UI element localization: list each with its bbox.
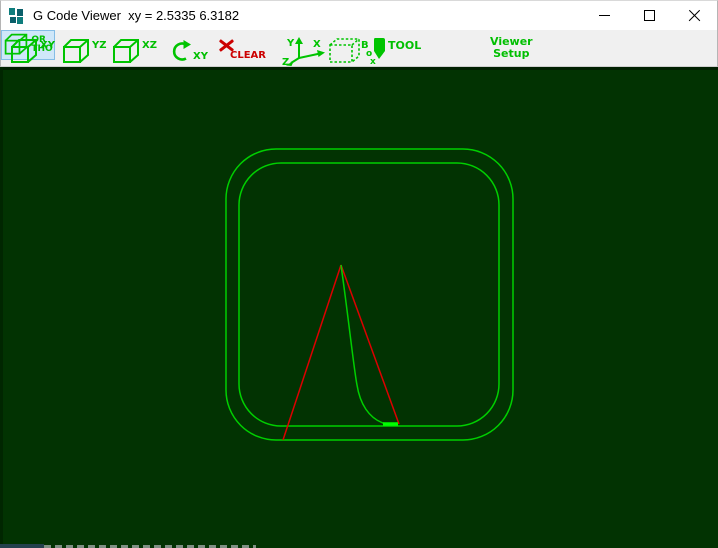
view-yz-label: YZ [92,40,107,51]
maximize-icon [644,10,655,21]
toolpath-plot [225,148,514,441]
minimize-icon [599,15,610,16]
axes-button[interactable]: Y X Z [282,36,328,66]
titlebar[interactable]: G Code Viewer xy = 2.5335 6.3182 [0,0,718,30]
maximize-button[interactable] [627,1,672,30]
cube-yz-icon [63,39,89,63]
axes-y-label: Y [286,38,295,49]
window-title: G Code Viewer xy = 2.5335 6.3182 [33,8,240,23]
rotate-xy-button[interactable]: XY [169,39,208,64]
close-icon [688,9,701,22]
outer-profile-path [225,148,514,441]
rotate-icon [172,40,191,61]
tool-icon [374,38,385,59]
view-xy-button[interactable]: XY [9,39,55,65]
rapid-move-right [340,264,400,425]
tool-button[interactable]: TOOL [373,38,421,60]
inner-profile-path [238,162,500,427]
cube-xy-icon [11,39,37,63]
axes-z-label: Z [282,57,289,66]
feed-path-curve [340,264,391,425]
caption-buttons [582,1,717,30]
gcode-canvas[interactable] [0,67,718,548]
viewer-setup-button[interactable]: Viewer Setup [490,36,533,60]
clear-button[interactable]: CLEAR [218,37,267,63]
view-yz-button[interactable]: YZ [61,39,107,65]
axes-icon: Y X Z [282,37,325,66]
minimize-button[interactable] [582,1,627,30]
box-button[interactable]: B o x [328,36,376,66]
view-xz-label: XZ [142,40,157,51]
view-xz-button[interactable]: XZ [111,39,157,65]
axes-x-label: X [313,39,321,50]
toolbar: XY YZ XZ XY CLEAR Y X Z B o x TOOL OR TH… [0,30,718,67]
clear-label: CLEAR [230,50,266,61]
cube-xz-icon [113,39,139,63]
viewer-setup-line2: Setup [493,47,530,60]
close-button[interactable] [672,1,717,30]
rapid-move-left [282,264,342,441]
rotate-xy-label: XY [193,51,208,62]
tool-label: TOOL [388,39,422,52]
box-icon: B o x [329,38,376,66]
gcode-viewer-window: G Code Viewer xy = 2.5335 6.3182 XY YZ X… [0,0,718,548]
clipped-corner-fragment [0,544,44,548]
app-icon [8,7,24,24]
view-xy-label: XY [40,40,55,51]
